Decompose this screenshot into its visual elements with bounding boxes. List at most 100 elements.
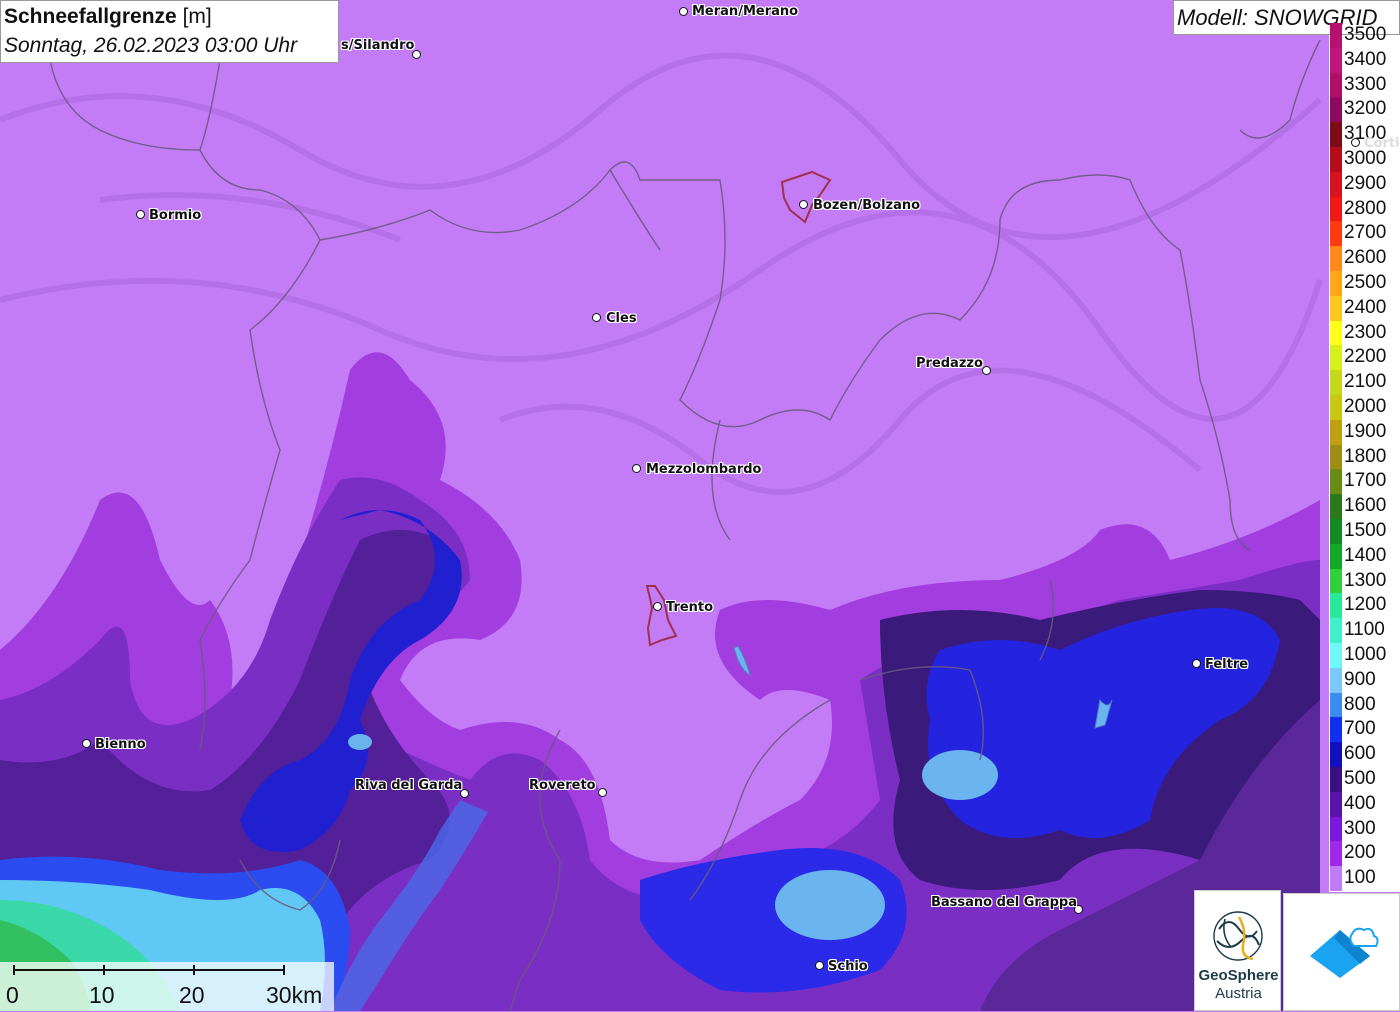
legend-label: 3500 [1344, 24, 1387, 45]
city-marker[interactable] [1351, 138, 1360, 147]
legend-swatch [1330, 147, 1342, 172]
legend-swatch [1330, 866, 1342, 891]
legend-label: 2300 [1344, 321, 1387, 343]
scale-label-0: 0 [6, 982, 19, 1008]
legend-label: 2900 [1344, 172, 1387, 194]
city-marker[interactable] [82, 739, 91, 748]
legend-label: 2700 [1344, 222, 1387, 244]
city-label[interactable]: Predazzo [916, 356, 983, 371]
city-marker[interactable] [799, 200, 808, 209]
title-bold: Schneefallgrenze [4, 5, 177, 28]
legend-swatch [1330, 370, 1342, 395]
legend-swatch [1330, 593, 1342, 619]
color-legend: 3500 3400 3300 3200 3100 3000 2900 2800 2700 2600… [1329, 23, 1400, 892]
legend-row: 1600 [1329, 494, 1400, 519]
legend-swatch [1330, 667, 1342, 693]
legend-label: 600 [1344, 743, 1376, 765]
legend-row: 2200 [1329, 345, 1400, 371]
city-marker[interactable] [632, 464, 641, 473]
legend-swatch [1330, 97, 1342, 123]
legend-row: 2900 [1329, 171, 1400, 197]
legend-swatch [1330, 221, 1342, 247]
legend-label: 1500 [1344, 520, 1387, 541]
legend-label: 1600 [1344, 495, 1387, 517]
city-marker[interactable] [653, 602, 662, 611]
legend-row: 700 [1329, 717, 1400, 743]
legend-row: 2000 [1329, 395, 1400, 420]
snowfall-line-map[interactable] [0, 0, 1400, 1011]
legend-swatch [1330, 72, 1342, 98]
legend-row: 2500 [1329, 271, 1400, 296]
scale-bar: 0 10 20 30km [0, 962, 334, 1011]
geosphere-icon [1213, 911, 1263, 961]
city-marker[interactable] [592, 313, 601, 322]
legend-swatch [1330, 767, 1342, 792]
map-title-box: Schneefallgrenze [m] Sonntag, 26.02.2023… [0, 0, 339, 63]
title-unit: [m] [182, 5, 212, 28]
legend-row: 1000 [1329, 643, 1400, 668]
legend-swatch [1330, 519, 1342, 544]
legend-row: 2600 [1329, 246, 1400, 271]
legend-row: 1300 [1329, 568, 1400, 594]
legend-swatch [1330, 543, 1342, 569]
city-label[interactable]: Riva del Garda [355, 778, 462, 793]
city-label[interactable]: s/Silandro [341, 38, 414, 53]
legend-swatch [1330, 568, 1342, 594]
legend-swatch [1330, 271, 1342, 296]
city-label[interactable]: Bozen/Bolzano [813, 198, 920, 213]
city-label[interactable]: Bormio [149, 208, 201, 223]
legend-row: 2700 [1329, 221, 1400, 247]
city-marker[interactable] [1192, 659, 1201, 668]
city-label[interactable]: Rovereto [529, 778, 596, 793]
legend-label: 2200 [1344, 346, 1387, 368]
legend-swatch [1330, 395, 1342, 420]
city-label[interactable]: Schio [828, 959, 868, 974]
city-marker[interactable] [982, 366, 991, 375]
legend-row: 2100 [1329, 370, 1400, 395]
legend-label: 100 [1344, 867, 1376, 889]
map-title: Schneefallgrenze [m] [4, 5, 212, 29]
legend-label: 900 [1344, 668, 1376, 690]
city-label[interactable]: Meran/Merano [692, 4, 798, 19]
legend-row: 400 [1329, 791, 1400, 817]
city-label[interactable]: Cles [606, 311, 637, 326]
city-marker[interactable] [815, 961, 824, 970]
legend-label: 800 [1344, 693, 1376, 715]
scale-label-10: 10 [89, 982, 115, 1008]
legend-label: 3400 [1344, 48, 1387, 70]
legend-label: 1800 [1344, 445, 1387, 467]
city-label[interactable]: Feltre [1205, 657, 1248, 672]
legend-label: 1000 [1344, 644, 1387, 665]
city-label[interactable]: Bassano del Grappa [931, 895, 1077, 910]
legend-swatch [1330, 469, 1342, 495]
city-marker[interactable] [136, 210, 145, 219]
legend-swatch [1330, 618, 1342, 643]
city-marker[interactable] [679, 7, 688, 16]
city-label[interactable]: Corti [1364, 136, 1400, 151]
legend-row: 100 [1329, 866, 1400, 891]
map-timestamp: Sonntag, 26.02.2023 03:00 Uhr [4, 34, 298, 57]
city-label[interactable]: Bienno [95, 737, 146, 752]
legend-label: 2000 [1344, 396, 1387, 417]
geosphere-logo[interactable]: GeoSphere Austria [1194, 890, 1281, 1011]
geosphere-country: Austria [1215, 985, 1262, 1002]
legend-row: 1400 [1329, 543, 1400, 569]
legend-label: 1400 [1344, 544, 1387, 566]
legend-swatch [1330, 444, 1342, 470]
city-label[interactable]: Mezzolombardo [646, 462, 761, 477]
legend-swatch [1330, 122, 1342, 147]
legend-swatch [1330, 791, 1342, 817]
legend-row: 800 [1329, 692, 1400, 718]
legend-swatch [1330, 196, 1342, 222]
legend-row: 900 [1329, 667, 1400, 693]
legend-label: 3300 [1344, 73, 1387, 95]
city-marker[interactable] [598, 788, 607, 797]
legend-row: 500 [1329, 767, 1400, 792]
scale-label-20: 20 [179, 982, 205, 1008]
legend-label: 300 [1344, 817, 1376, 839]
weather-app-logo[interactable] [1283, 893, 1400, 1011]
legend-row: 3500 [1329, 23, 1400, 48]
city-label[interactable]: Trento [666, 600, 713, 615]
legend-row: 1800 [1329, 444, 1400, 470]
legend-swatch [1330, 320, 1342, 346]
